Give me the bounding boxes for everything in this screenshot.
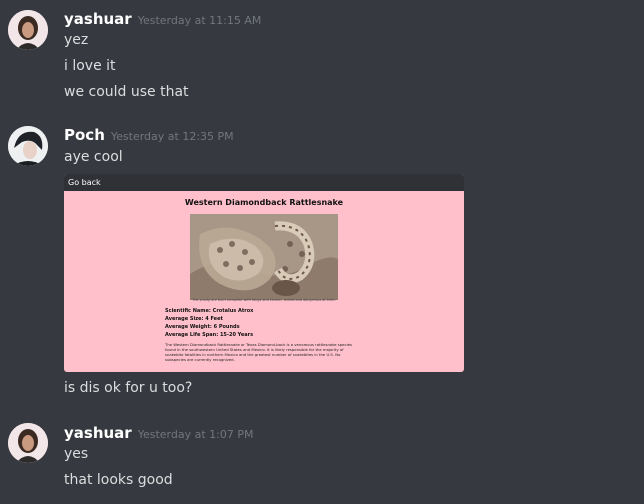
- avatar[interactable]: [8, 126, 48, 166]
- fact-item: Scientific Name: Crotalus Atrox: [165, 308, 254, 314]
- message-text: aye cool: [64, 149, 123, 165]
- message-header: Poch Yesterday at 12:35 PM: [64, 125, 234, 144]
- timestamp: Yesterday at 11:15 AM: [137, 14, 262, 27]
- timestamp: Yesterday at 1:07 PM: [137, 428, 254, 441]
- facts-list: Scientific Name: Crotalus Atrox Average …: [165, 307, 253, 339]
- embedded-image[interactable]: Go back Western Diamondback Rattlesnake …: [64, 174, 464, 372]
- go-back-bar: Go back: [64, 174, 464, 191]
- description-paragraph: The Western Diamondback Rattlesnake or T…: [165, 342, 352, 362]
- message-text: yes: [64, 446, 89, 462]
- embed-title: Western Diamondback Rattlesnake: [184, 198, 344, 207]
- message-header: yashuar Yesterday at 11:15 AM: [64, 9, 261, 28]
- photo-caption: The young are born complete with fangs a…: [192, 298, 336, 302]
- message-text: that looks good: [64, 472, 173, 488]
- fact-item: Average Size: 4 Feet: [165, 316, 223, 322]
- username[interactable]: Poch: [64, 126, 105, 144]
- message-text: i love it: [64, 58, 116, 74]
- message-text: yez: [64, 32, 89, 48]
- fact-item: Average Life Span: 15-20 Years: [165, 332, 254, 338]
- rattlesnake-photo: [190, 214, 338, 300]
- message-header: yashuar Yesterday at 1:07 PM: [64, 423, 254, 442]
- timestamp: Yesterday at 12:35 PM: [110, 130, 234, 143]
- username[interactable]: yashuar: [64, 10, 132, 28]
- username[interactable]: yashuar: [64, 424, 132, 442]
- avatar[interactable]: [8, 423, 48, 463]
- avatar[interactable]: [8, 10, 48, 50]
- fact-item: Average Weight: 6 Pounds: [165, 324, 240, 330]
- message-text: we could use that: [64, 84, 189, 100]
- message-text: is dis ok for u too?: [64, 380, 193, 396]
